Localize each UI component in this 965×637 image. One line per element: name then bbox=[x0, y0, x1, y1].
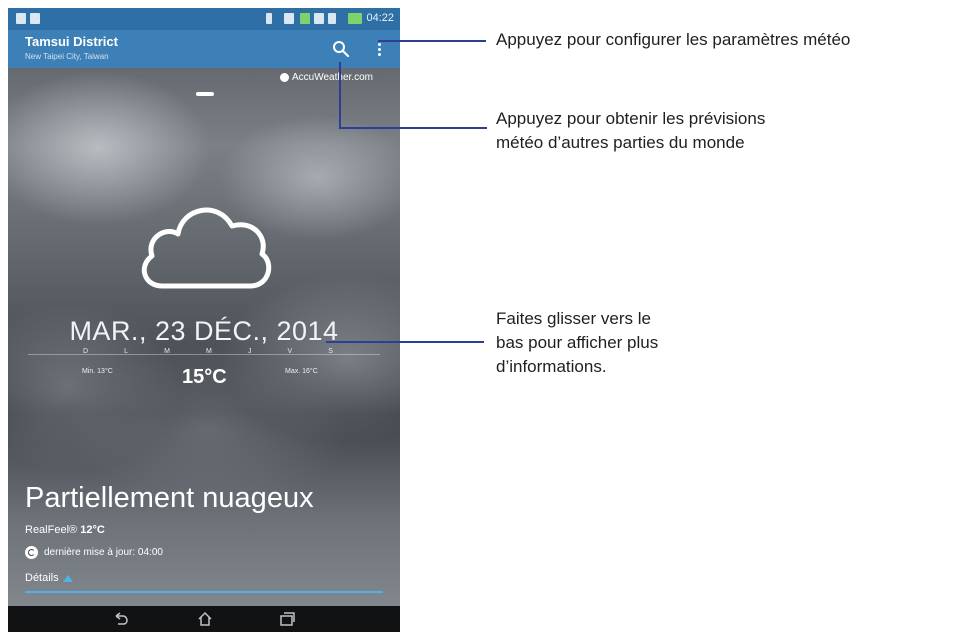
app-bar: Tamsui District New Taipei City, Taiwan bbox=[8, 30, 400, 68]
home-icon[interactable] bbox=[196, 611, 214, 627]
max-temperature: Max. 16°C bbox=[285, 368, 318, 375]
weekday-row[interactable]: D L M M J V S bbox=[83, 348, 333, 355]
notification-icon bbox=[16, 13, 26, 24]
bluetooth-icon bbox=[266, 13, 272, 24]
phone-screen: 04:22 Tamsui District New Taipei City, T… bbox=[8, 8, 400, 632]
details-label: Détails bbox=[25, 572, 59, 584]
signal-bars-icon bbox=[314, 13, 324, 24]
notification-icon bbox=[30, 13, 40, 24]
wifi-icon bbox=[284, 13, 294, 24]
callout-settings: Appuyez pour configurer les paramètres m… bbox=[496, 30, 851, 49]
location-title[interactable]: Tamsui District bbox=[25, 34, 118, 49]
provider-label: AccuWeather.com bbox=[292, 72, 373, 83]
caret-up-icon bbox=[62, 574, 73, 582]
current-temperature: 15°C bbox=[182, 366, 227, 388]
details-underline bbox=[25, 591, 383, 593]
signal-icon bbox=[300, 13, 310, 24]
accuweather-logo[interactable]: AccuWeather.com bbox=[280, 72, 373, 83]
callout-swipe-line2: bas pour afficher plus bbox=[496, 333, 659, 352]
leader-line-settings bbox=[378, 40, 486, 42]
pull-handle[interactable] bbox=[196, 92, 214, 96]
sim-icon bbox=[328, 13, 336, 24]
callout-world-line2: météo d’autres parties du monde bbox=[496, 133, 745, 152]
battery-icon bbox=[348, 13, 362, 24]
min-temperature: Min. 13°C bbox=[82, 368, 113, 375]
last-update[interactable]: dernière mise à jour: 04:00 bbox=[25, 546, 163, 559]
callout-swipe-line3: d’informations. bbox=[496, 357, 607, 376]
navigation-bar bbox=[8, 606, 400, 632]
weekday-label[interactable]: V bbox=[288, 348, 293, 355]
realfeel-label: RealFeel® bbox=[25, 524, 78, 536]
last-update-text: dernière mise à jour: 04:00 bbox=[44, 547, 163, 558]
weekday-label[interactable]: M bbox=[206, 348, 212, 355]
callout-swipe: Faites glisser vers le bas pour afficher… bbox=[496, 307, 658, 379]
cloud-icon bbox=[132, 194, 276, 294]
location-subtitle: New Taipei City, Taiwan bbox=[25, 52, 109, 61]
leader-line-world bbox=[339, 127, 487, 129]
status-bar: 04:22 bbox=[8, 8, 400, 30]
refresh-icon[interactable] bbox=[25, 546, 38, 559]
callout-swipe-line1: Faites glisser vers le bbox=[496, 309, 651, 328]
weekday-label[interactable]: D bbox=[83, 348, 88, 355]
back-icon[interactable] bbox=[112, 611, 130, 627]
weekday-label[interactable]: L bbox=[124, 348, 128, 355]
status-time: 04:22 bbox=[366, 12, 394, 24]
callout-world: Appuyez pour obtenir les prévisions mété… bbox=[496, 107, 765, 155]
recent-apps-icon[interactable] bbox=[278, 611, 296, 627]
weather-condition: Partiellement nuageux bbox=[25, 482, 314, 514]
leader-line-world bbox=[339, 62, 341, 128]
accuweather-sun-icon bbox=[280, 73, 289, 82]
search-icon[interactable] bbox=[330, 38, 352, 60]
details-toggle[interactable]: Détails bbox=[25, 572, 73, 584]
weekday-label[interactable]: S bbox=[328, 348, 333, 355]
leader-line-swipe bbox=[326, 341, 484, 343]
weekday-label[interactable]: J bbox=[248, 348, 252, 355]
callout-world-line1: Appuyez pour obtenir les prévisions bbox=[496, 109, 766, 128]
realfeel-text: RealFeel® 12°C bbox=[25, 524, 105, 536]
realfeel-value: 12°C bbox=[80, 524, 105, 536]
weekday-label[interactable]: M bbox=[164, 348, 170, 355]
